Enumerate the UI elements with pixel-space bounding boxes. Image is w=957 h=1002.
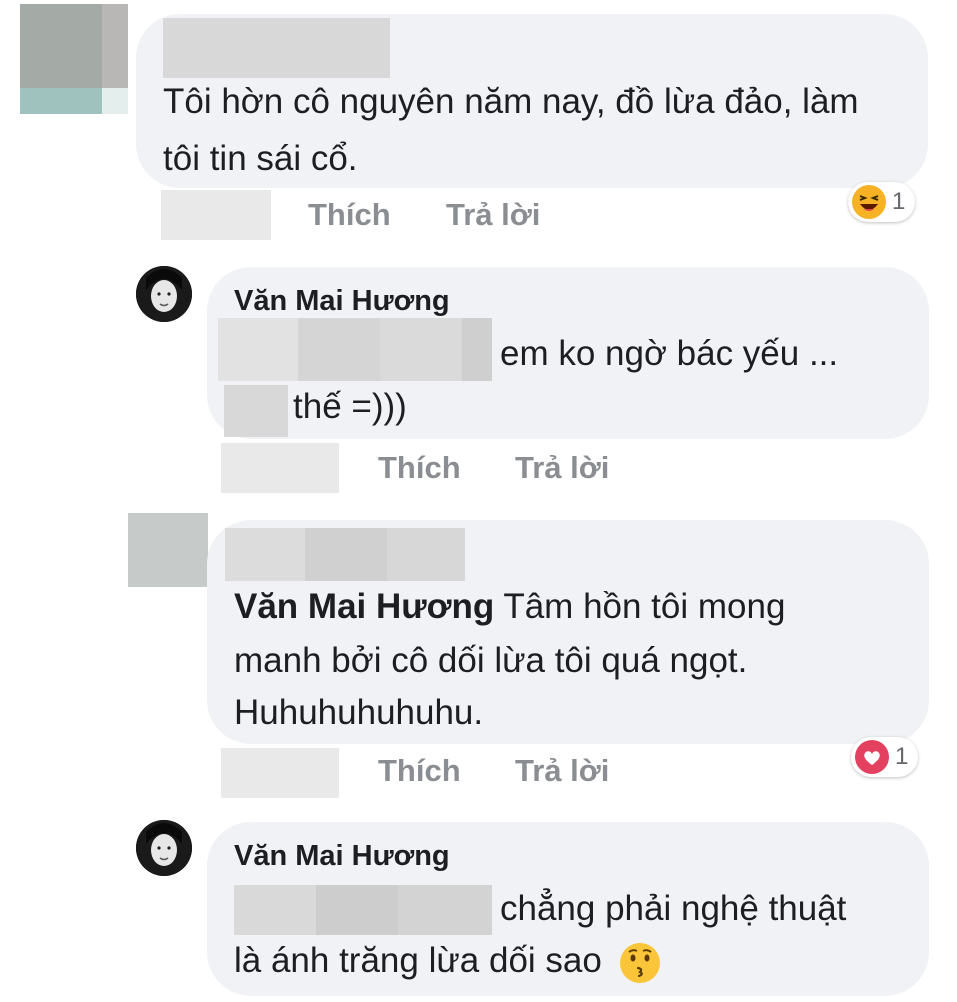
blurred-author-name [225, 528, 465, 581]
comment-text-part: Tâm hồn tôi mong [494, 587, 786, 626]
blurred-timestamp [221, 748, 339, 798]
blurred-mention [234, 885, 492, 935]
heart-icon [855, 740, 889, 774]
like-button[interactable]: Thích [378, 753, 461, 789]
reply-button[interactable]: Trả lời [515, 753, 609, 789]
comment-text: Văn Mai Hương Tâm hồn tôi mong [234, 578, 785, 635]
reaction-badge[interactable]: 1 [848, 182, 916, 222]
blurred-mention-tail [224, 385, 288, 437]
author-name[interactable]: Văn Mai Hương [234, 840, 450, 873]
blurred-author-name [163, 18, 390, 78]
comment-text: Tôi hờn cô nguyên năm nay, đồ lừa đảo, l… [163, 82, 859, 178]
comment-text: Huhuhuhuhuhu. [234, 693, 484, 732]
avatar-blurred[interactable] [20, 4, 128, 114]
avatar[interactable] [136, 820, 192, 876]
kissing-face-icon [618, 941, 662, 985]
reply-button[interactable]: Trả lời [446, 197, 540, 233]
blurred-mention [218, 318, 492, 381]
reaction-count: 1 [895, 743, 909, 770]
avatar-blurred[interactable] [128, 513, 208, 587]
haha-emoji-icon [852, 185, 886, 219]
author-name[interactable]: Văn Mai Hương [234, 285, 450, 318]
comment-text: chẳng phải nghệ thuật [500, 889, 847, 928]
comment-text: là ánh trăng lừa dối sao [234, 932, 662, 989]
like-button[interactable]: Thích [308, 197, 391, 233]
comment-text: em ko ngờ bác yếu ... [500, 334, 839, 373]
comment-text: thế =))) [293, 387, 407, 426]
comment-text: manh bởi cô dối lừa tôi quá ngọt. [234, 641, 748, 680]
reaction-count: 1 [892, 188, 906, 215]
like-button[interactable]: Thích [378, 450, 461, 486]
reply-button[interactable]: Trả lời [515, 450, 609, 486]
mention-link[interactable]: Văn Mai Hương [234, 587, 494, 626]
reaction-badge[interactable]: 1 [851, 737, 919, 777]
avatar[interactable] [136, 266, 192, 322]
blurred-timestamp [221, 443, 339, 493]
blurred-timestamp [161, 190, 271, 240]
